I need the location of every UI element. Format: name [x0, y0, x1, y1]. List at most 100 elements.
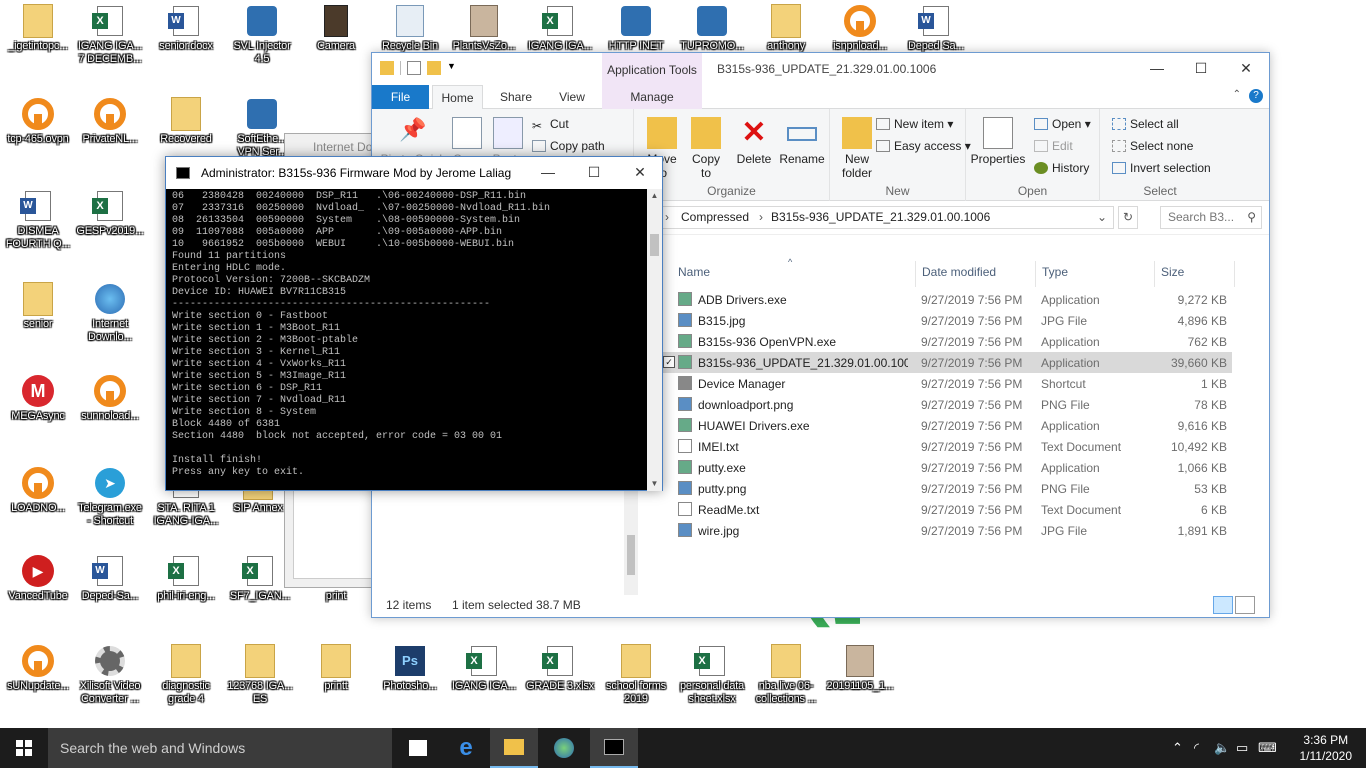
clock[interactable]: 3:36 PM 1/11/2020: [1300, 732, 1353, 764]
desktop-icon[interactable]: Ps Photosho...: [372, 640, 448, 714]
desktop-icon[interactable]: IGANG IGA...: [446, 640, 522, 714]
taskbar-store[interactable]: [394, 728, 442, 768]
desktop-icon[interactable]: school forms 2019: [598, 640, 674, 714]
file-row[interactable]: putty.png 9/27/2019 7:56 PM PNG File 53 KB: [654, 478, 1232, 499]
tab-home[interactable]: Home: [432, 85, 483, 110]
desktop-icon[interactable]: _igetintopc...: [0, 0, 76, 74]
tab-file[interactable]: File: [372, 85, 429, 109]
desktop-icon[interactable]: PrivateNL...: [72, 93, 148, 167]
start-button[interactable]: [0, 728, 48, 768]
desktop-icon[interactable]: GESPv2019...: [72, 185, 148, 259]
column-date-modified[interactable]: Date modified: [922, 265, 996, 279]
properties-button[interactable]: Properties: [970, 117, 1026, 166]
console-output[interactable]: 06 2380428 00240000 DSP_R11 .\06-0024000…: [166, 189, 648, 491]
maximize-button[interactable]: ☐: [571, 157, 617, 187]
file-row[interactable]: ReadMe.txt 9/27/2019 7:56 PM Text Document…: [654, 499, 1232, 520]
desktop-icon[interactable]: printt: [298, 640, 374, 714]
console-scrollbar[interactable]: ▲ ▼: [647, 189, 662, 491]
file-row[interactable]: putty.exe 9/27/2019 7:56 PM Application 1,0…: [654, 457, 1232, 478]
history-button[interactable]: History: [1034, 161, 1089, 175]
desktop-icon[interactable]: Camera: [298, 0, 374, 74]
file-row[interactable]: Device Manager 9/27/2019 7:56 PM Shortcut 1…: [654, 373, 1232, 394]
help-icon[interactable]: ?: [1249, 89, 1263, 103]
file-row[interactable]: downloadport.png 9/27/2019 7:56 PM PNG Fil…: [654, 394, 1232, 415]
minimize-button[interactable]: —: [525, 157, 571, 187]
invert-selection-button[interactable]: Invert selection: [1112, 161, 1211, 175]
close-button[interactable]: ✕: [617, 157, 663, 187]
address-bar[interactable]: ds › Compressed › B315s-936_UPDATE_21.32…: [647, 206, 1114, 229]
easy-access-button[interactable]: Easy access ▾: [876, 139, 971, 153]
qat-dropdown-icon[interactable]: ▼: [447, 61, 456, 75]
rename-button[interactable]: Rename: [778, 117, 826, 166]
column-size[interactable]: Size: [1161, 265, 1184, 279]
wifi-icon[interactable]: ◜: [1194, 740, 1199, 756]
taskbar-command-prompt[interactable]: [590, 728, 638, 768]
volume-icon[interactable]: 🔈: [1214, 740, 1230, 756]
edit-button[interactable]: Edit: [1034, 139, 1073, 153]
taskbar-search-box[interactable]: Search the web and Windows: [48, 728, 392, 768]
desktop-icon[interactable]: personal data sheet.xlsx: [674, 640, 750, 714]
tab-manage[interactable]: Manage: [602, 85, 702, 109]
search-input[interactable]: Search B3... ⚲: [1160, 206, 1262, 229]
large-icons-view-button[interactable]: [1235, 596, 1255, 614]
column-type[interactable]: Type: [1042, 265, 1068, 279]
file-row[interactable]: ✓ B315s-936_UPDATE_21.329.01.00.1006.... 9…: [654, 352, 1232, 373]
taskbar-internet-download[interactable]: [540, 728, 588, 768]
collapse-ribbon-icon[interactable]: ⌃: [1233, 89, 1241, 100]
file-row[interactable]: B315.jpg 9/27/2019 7:56 PM JPG File 4,896 K…: [654, 310, 1232, 331]
maximize-button[interactable]: ☐: [1178, 53, 1224, 83]
desktop-icon[interactable]: 123768 IGA... ES: [222, 640, 298, 714]
refresh-button[interactable]: ↻: [1118, 206, 1138, 229]
file-row[interactable]: wire.jpg 9/27/2019 7:56 PM JPG File 1,891 K…: [654, 520, 1232, 541]
desktop-icon[interactable]: GRADE 3.xlsx: [522, 640, 598, 714]
desktop-icon[interactable]: senior.docx: [148, 0, 224, 74]
row-checkbox[interactable]: ✓: [663, 356, 675, 368]
new-folder-button[interactable]: New folder: [834, 117, 880, 180]
tab-share[interactable]: Share: [490, 85, 542, 109]
new-folder-icon[interactable]: [427, 61, 441, 75]
file-row[interactable]: ADB Drivers.exe 9/27/2019 7:56 PM Applicat…: [654, 289, 1232, 310]
file-row[interactable]: HUAWEI Drivers.exe 9/27/2019 7:56 PM Appli…: [654, 415, 1232, 436]
close-button[interactable]: ✕: [1223, 53, 1269, 83]
minimize-button[interactable]: —: [1134, 53, 1180, 83]
desktop-icon[interactable]: M MEGAsync: [0, 370, 76, 444]
desktop-icon[interactable]: sunnoload...: [72, 370, 148, 444]
new-item-button[interactable]: New item ▾: [876, 117, 953, 131]
select-none-button[interactable]: Select none: [1112, 139, 1193, 153]
delete-button[interactable]: ✕ Delete: [732, 117, 776, 167]
desktop-icon[interactable]: Internet Downlo...: [72, 278, 148, 352]
desktop-icon[interactable]: ▶ VancedTube: [0, 550, 76, 624]
desktop-icon[interactable]: DISMEA FOURTH Q...: [0, 185, 76, 259]
language-icon[interactable]: ⌨: [1258, 740, 1277, 756]
taskbar-file-explorer[interactable]: [490, 728, 538, 768]
details-view-button[interactable]: [1213, 596, 1233, 614]
column-name[interactable]: Name: [678, 265, 710, 279]
command-prompt-window[interactable]: Administrator: B315s-936 Firmware Mod by…: [165, 156, 663, 491]
taskbar-edge[interactable]: e: [442, 728, 490, 768]
select-all-button[interactable]: Select all: [1112, 117, 1179, 131]
properties-icon[interactable]: [407, 61, 421, 75]
desktop-icon[interactable]: ➤ Telegram.exe - Shortcut: [72, 462, 148, 536]
show-hidden-icons-icon[interactable]: ⌃: [1172, 740, 1183, 756]
open-button[interactable]: Open ▾: [1034, 117, 1091, 131]
desktop-icon[interactable]: senior: [0, 278, 76, 352]
tab-view[interactable]: View: [547, 85, 597, 109]
desktop-icon[interactable]: tcp-465.ovpn: [0, 93, 76, 167]
desktop-icon[interactable]: nba live 06- collections ...: [748, 640, 824, 714]
desktop-icon[interactable]: sUNupdate...: [0, 640, 76, 714]
file-row[interactable]: IMEI.txt 9/27/2019 7:56 PM Text Document 10…: [654, 436, 1232, 457]
cut-button[interactable]: ✂ Cut: [532, 117, 569, 133]
desktop-icon[interactable]: Deped-Sa...: [72, 550, 148, 624]
battery-icon[interactable]: ▭: [1236, 740, 1248, 756]
address-dropdown-icon[interactable]: ⌄: [1097, 207, 1107, 228]
desktop-icon[interactable]: phil-iri-eng...: [148, 550, 224, 624]
desktop-icon[interactable]: 20191105_1...: [822, 640, 898, 714]
desktop-icon[interactable]: Xilisoft Video Converter ...: [72, 640, 148, 714]
desktop-icon[interactable]: IGANG IGA... 7 DECEMB...: [72, 0, 148, 74]
desktop-icon[interactable]: diagnostic grade 4: [148, 640, 224, 714]
desktop-icon[interactable]: SVL Injector 4.5: [224, 0, 300, 74]
copy-path-button[interactable]: Copy path: [532, 139, 605, 153]
file-row[interactable]: B315s-936 OpenVPN.exe 9/27/2019 7:56 PM Ap…: [654, 331, 1232, 352]
copy-to-button[interactable]: Copy to: [684, 117, 728, 180]
desktop-icon[interactable]: LOADNO...: [0, 462, 76, 536]
